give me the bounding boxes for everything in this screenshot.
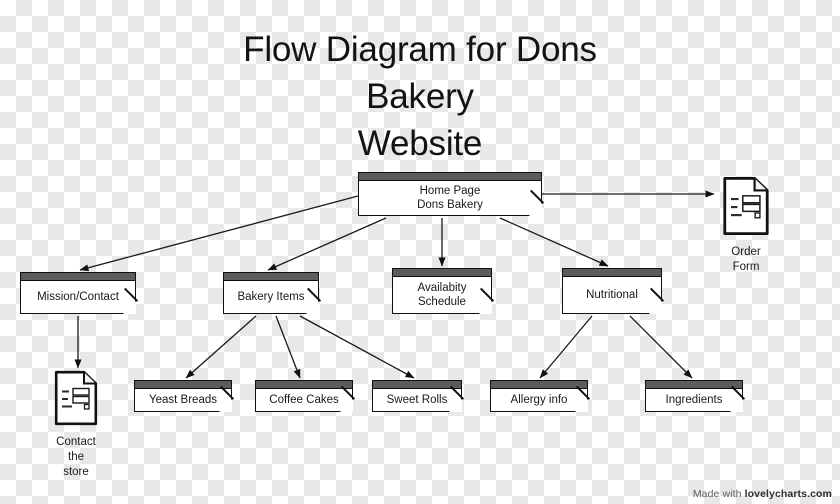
connector-home-to-bakery: [267, 217, 387, 271]
connector-home-to-mission: [79, 195, 359, 272]
node-home[interactable]: Home Page Dons Bakery: [358, 172, 542, 216]
node-header-bar: [373, 381, 461, 389]
form-document-icon: [723, 176, 769, 236]
page-fold-corner-icon: [730, 399, 743, 412]
node-label: Sweet Rolls: [373, 389, 462, 412]
connector-nutritional-to-allergy: [539, 315, 593, 379]
node-label: Allergy info: [491, 389, 588, 412]
node-header-bar: [393, 269, 491, 277]
node-availabity[interactable]: Availabity Schedule: [392, 268, 492, 314]
connector-bakery-to-sweet: [299, 315, 415, 379]
node-label: Bakery Items: [224, 281, 319, 314]
node-label: Order Form: [731, 246, 761, 273]
node-header-bar: [563, 269, 661, 277]
node-label: Coffee Cakes: [256, 389, 353, 412]
page-fold-corner-icon: [449, 399, 462, 412]
node-header-bar: [224, 273, 318, 281]
node-header-bar: [256, 381, 352, 389]
node-ingredients[interactable]: Ingredients: [645, 380, 743, 412]
connector-bakery-to-yeast: [185, 315, 257, 379]
watermark-brand: lovelycharts.com: [744, 488, 832, 500]
node-sweet[interactable]: Sweet Rolls: [372, 380, 462, 412]
connector-nutritional-to-ingredients: [629, 315, 693, 379]
node-coffee[interactable]: Coffee Cakes: [255, 380, 353, 412]
node-allergy[interactable]: Allergy info: [490, 380, 588, 412]
node-label: Home Page Dons Bakery: [359, 181, 542, 216]
diagram-title: Flow Diagram for Dons Bakery Website: [243, 30, 597, 163]
watermark: Made with lovelycharts.com: [693, 488, 832, 500]
connector-home-to-nutritional: [499, 217, 609, 267]
node-label: Contact the store: [56, 436, 96, 478]
node-header-bar: [21, 273, 135, 281]
node-mission[interactable]: Mission/Contact: [20, 272, 136, 314]
node-yeast[interactable]: Yeast Breads: [134, 380, 232, 412]
page-fold-corner-icon: [123, 301, 136, 314]
connector-bakery-to-coffee: [275, 315, 301, 379]
node-header-bar: [359, 173, 541, 181]
page-fold-corner-icon: [340, 399, 353, 412]
node-label: Nutritional: [563, 277, 662, 314]
node-label: Availabity Schedule: [393, 277, 492, 314]
node-header-bar: [135, 381, 231, 389]
node-contact[interactable]: Contact the store: [54, 370, 98, 480]
node-header-bar: [646, 381, 742, 389]
node-label: Mission/Contact: [21, 281, 136, 314]
node-nutritional[interactable]: Nutritional: [562, 268, 662, 314]
flow-diagram-canvas: Flow Diagram for Dons Bakery Website Hom…: [0, 0, 840, 504]
page-fold-corner-icon: [529, 203, 542, 216]
node-label: Yeast Breads: [135, 389, 232, 412]
node-bakery[interactable]: Bakery Items: [223, 272, 319, 314]
page-fold-corner-icon: [479, 301, 492, 314]
page-fold-corner-icon: [306, 301, 319, 314]
watermark-prefix: Made with: [692, 488, 745, 500]
page-fold-corner-icon: [219, 399, 232, 412]
node-order_form[interactable]: Order Form: [722, 176, 770, 275]
form-document-icon: [54, 370, 98, 426]
node-label: Ingredients: [646, 389, 743, 412]
page-fold-corner-icon: [575, 399, 588, 412]
page-fold-corner-icon: [649, 301, 662, 314]
node-header-bar: [491, 381, 587, 389]
